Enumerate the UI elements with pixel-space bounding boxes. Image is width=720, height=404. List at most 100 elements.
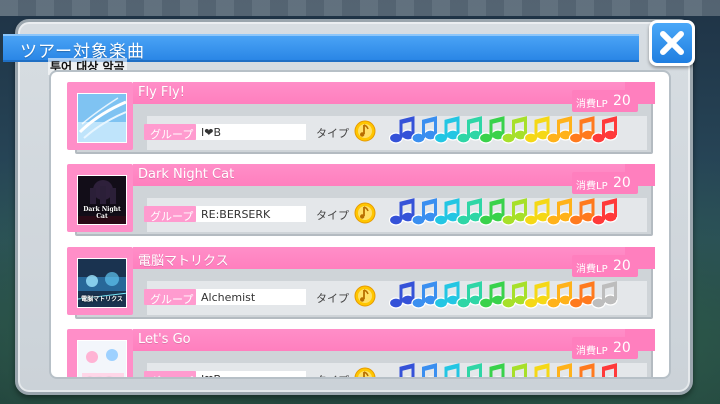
smile-type-icon [354, 120, 376, 146]
type-label: タイプ [316, 372, 349, 377]
difficulty-note-icon [579, 363, 595, 377]
song-card[interactable]: Dark Night Cat Dark Night Cat 消費LP 20 グループ RE… [67, 164, 655, 236]
lp-cost-badge: 消費LP 20 [572, 90, 638, 112]
group-value-field: I❤B [196, 371, 306, 377]
close-x-icon [660, 31, 684, 55]
difficulty-note-icon [411, 198, 438, 226]
type-label: タイプ [316, 292, 349, 305]
group-label: グループ [150, 128, 194, 141]
song-jacket-text: Dark Night Cat [83, 206, 121, 220]
difficulty-note-icon [433, 116, 461, 144]
lp-cost-value: 20 [613, 340, 631, 356]
type-label: タイプ [316, 209, 349, 222]
smile-type-icon [354, 367, 376, 377]
difficulty-note-icon [523, 198, 551, 226]
difficulty-note-icon [456, 281, 483, 309]
difficulty-note-icon [489, 363, 505, 377]
song-title: Let's Go [138, 332, 191, 347]
group-tag: グループ [144, 289, 196, 306]
group-tag: グループ [144, 206, 196, 223]
group-tag: グループ [144, 371, 196, 377]
difficulty-note-icon [512, 363, 527, 377]
lp-cost-label: 消費LP [576, 346, 608, 357]
difficulty-note-icon [568, 116, 596, 144]
difficulty-notes [388, 198, 626, 232]
difficulty-note-icon [501, 198, 528, 226]
difficulty-note-icon [456, 116, 483, 144]
difficulty-notes [388, 116, 626, 150]
difficulty-note-icon [388, 116, 416, 144]
difficulty-note-icon [568, 281, 596, 309]
group-value-field: Alchemist [196, 289, 306, 305]
difficulty-note-icon [557, 363, 572, 377]
difficulty-note-icon [478, 281, 506, 309]
difficulty-note-icon [501, 281, 528, 309]
song-jacket-image[interactable] [77, 93, 127, 143]
group-value-field: I❤B [196, 124, 306, 140]
difficulty-notes [388, 281, 626, 315]
difficulty-note-icon [388, 198, 416, 226]
difficulty-note-icon [411, 281, 438, 309]
group-label: グループ [150, 210, 194, 223]
difficulty-note-icon [388, 281, 416, 309]
difficulty-note-icon [602, 363, 617, 377]
song-jacket-frame: Dark Night Cat [67, 164, 133, 232]
difficulty-note-icon [523, 116, 551, 144]
difficulty-note-empty-icon [591, 281, 618, 309]
close-button[interactable] [649, 20, 695, 66]
difficulty-note-icon [433, 281, 461, 309]
group-value: Alchemist [201, 291, 256, 304]
group-label: グループ [150, 373, 193, 377]
lp-cost-value: 20 [613, 258, 631, 274]
group-value: RE:BERSERK [201, 208, 271, 221]
lp-cost-label: 消費LP [576, 264, 608, 275]
song-jacket-image[interactable]: Let's Go [77, 340, 127, 377]
difficulty-note-icon [478, 198, 506, 226]
song-jacket-image[interactable]: 電脳マトリクス [77, 258, 127, 308]
song-jacket-frame: 電脳マトリクス [67, 247, 133, 315]
group-tag: グループ [144, 124, 196, 141]
group-value-field: RE:BERSERK [196, 206, 306, 222]
difficulty-note-icon [591, 198, 618, 226]
type-label: タイプ [316, 127, 349, 140]
lp-cost-label: 消費LP [576, 181, 608, 192]
difficulty-note-icon [546, 198, 573, 226]
song-card[interactable]: Let's Go Let's Go 消費LP 20 グループ I❤B タイプ [67, 329, 655, 377]
song-title: 電脳マトリクス [138, 254, 229, 269]
difficulty-note-icon [456, 198, 483, 226]
smile-type-icon [354, 202, 376, 228]
difficulty-note-icon [591, 116, 618, 144]
lp-cost-value: 20 [613, 175, 631, 191]
difficulty-note-icon [422, 363, 437, 377]
song-card[interactable]: Fly Fly! 消費LP 20 グループ I❤B タイプ [67, 82, 655, 154]
song-title: Fly Fly! [138, 85, 185, 100]
difficulty-note-icon [399, 363, 415, 377]
difficulty-note-icon [411, 116, 438, 144]
background-header-strip [0, 0, 720, 16]
difficulty-note-icon [546, 281, 573, 309]
song-title: Dark Night Cat [138, 167, 235, 182]
song-jacket-frame: Let's Go [67, 329, 133, 377]
difficulty-note-icon [433, 198, 461, 226]
song-jacket-text: 電脳マトリクス [81, 296, 123, 303]
song-jacket-image[interactable]: Dark Night Cat [77, 175, 127, 225]
difficulty-note-icon [523, 281, 551, 309]
lp-cost-badge: 消費LP 20 [572, 337, 638, 359]
song-card[interactable]: 電脳マトリクス 電脳マトリクス 消費LP 20 グループ Alchemist タイプ [67, 247, 655, 319]
lp-cost-value: 20 [613, 93, 631, 109]
difficulty-note-icon [467, 363, 482, 377]
difficulty-note-icon [534, 363, 550, 377]
difficulty-notes [389, 363, 626, 377]
difficulty-note-icon [478, 116, 506, 144]
lp-cost-badge: 消費LP 20 [572, 172, 638, 194]
group-value: I❤B [201, 126, 222, 139]
group-label: グループ [150, 293, 194, 306]
song-jacket-frame [67, 82, 133, 150]
difficulty-note-icon [546, 116, 573, 144]
lp-cost-label: 消費LP [576, 99, 608, 110]
song-list[interactable]: Fly Fly! 消費LP 20 グループ I❤B タイプ Dark Night Cat Da… [51, 72, 669, 377]
difficulty-note-icon [568, 198, 596, 226]
lp-cost-badge: 消費LP 20 [572, 255, 638, 277]
smile-type-icon [354, 285, 376, 311]
group-value: I❤B [201, 373, 221, 377]
